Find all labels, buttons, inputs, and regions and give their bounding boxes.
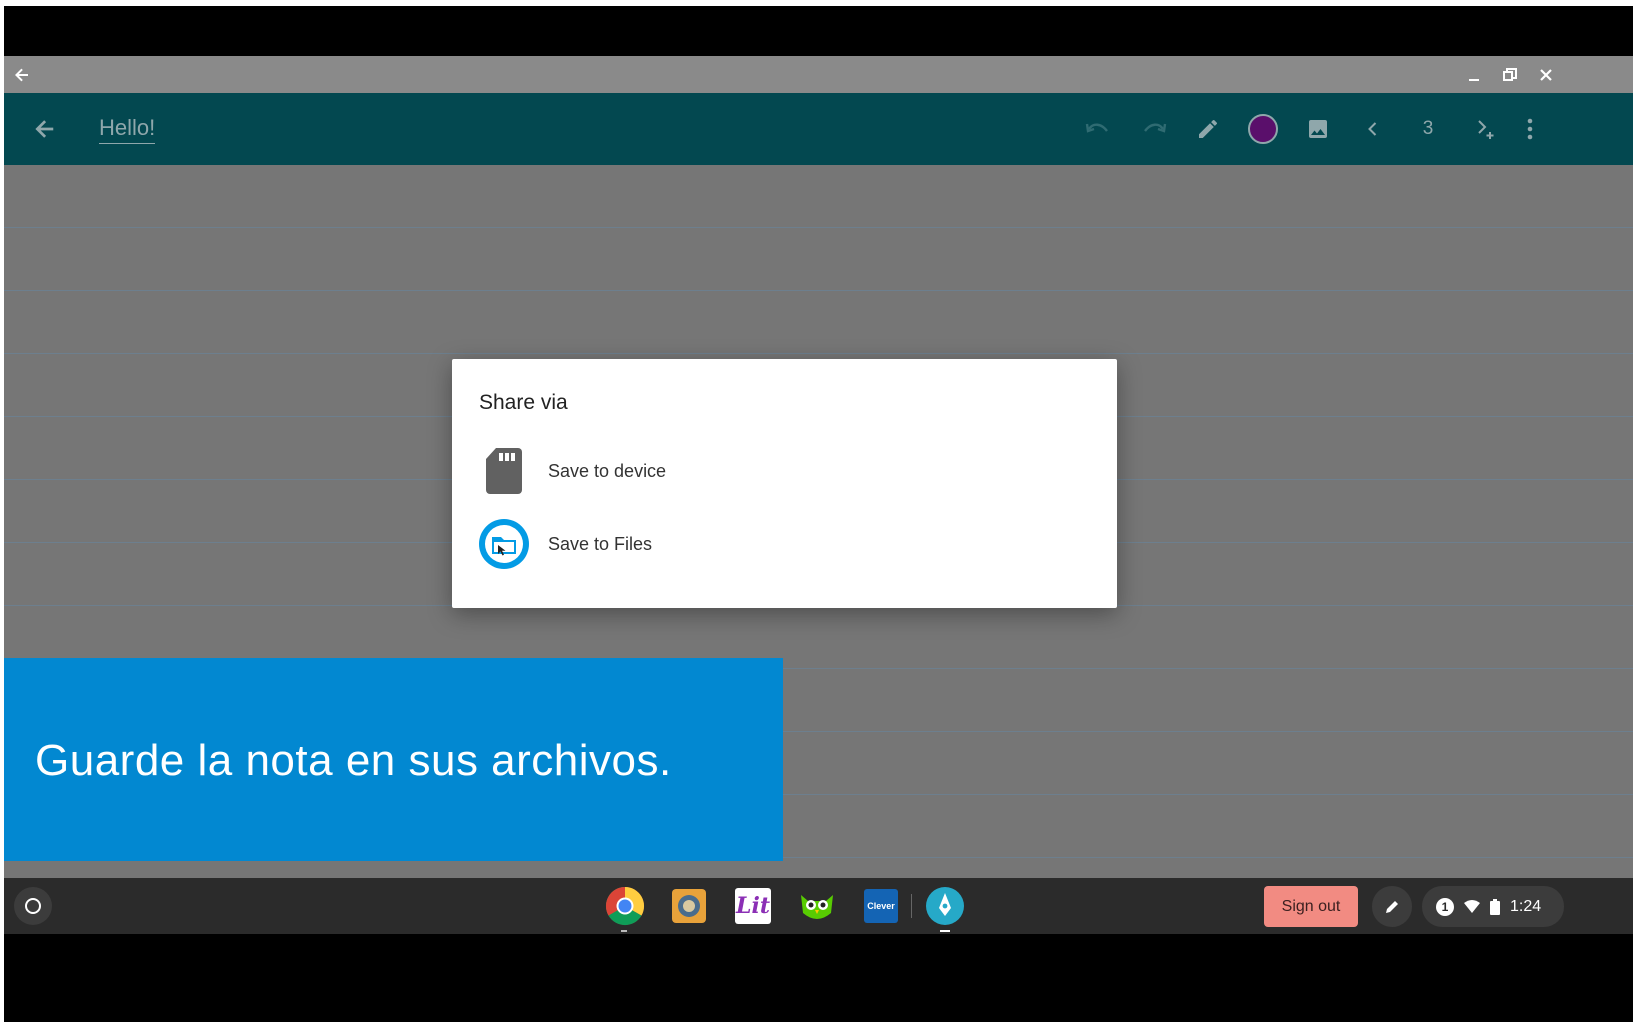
window-close-button[interactable]: [1528, 56, 1564, 93]
os-shelf: Lit Clever Sign out 1 1:24: [4, 878, 1633, 934]
stylus-icon: [1386, 900, 1398, 913]
caption-text: Guarde la nota en sus archivos.: [35, 736, 672, 785]
stylus-tools-button[interactable]: [1372, 886, 1412, 927]
sign-out-button[interactable]: Sign out: [1264, 886, 1358, 927]
window-titlebar: [4, 56, 1633, 93]
files-folder-icon: [476, 516, 532, 572]
ruled-line: [4, 353, 1633, 354]
notification-count: 1: [1441, 899, 1449, 914]
lit-app[interactable]: Lit: [731, 884, 775, 928]
app-toolbar: Hello! 3: [4, 93, 1633, 165]
ruled-line: [4, 290, 1633, 291]
launcher-button[interactable]: [14, 887, 52, 925]
window-back-button[interactable]: [4, 56, 40, 93]
pencil-icon: [1199, 119, 1217, 138]
caption-banner: Guarde la nota en sus archivos.: [4, 658, 783, 861]
previous-page-button[interactable]: [1349, 93, 1397, 165]
owl-app-icon: [801, 895, 833, 919]
page-number: 3: [1422, 118, 1434, 139]
more-vert-icon: [1527, 118, 1533, 140]
save-to-device-label: Save to device: [548, 460, 667, 481]
status-tray[interactable]: 1 1:24: [1422, 886, 1564, 927]
ruled-line: [4, 227, 1633, 228]
clock: 1:24: [1510, 897, 1542, 915]
launcher-circle-icon: [25, 898, 41, 914]
image-icon: [1309, 120, 1327, 138]
notification-badge: 1: [1436, 897, 1454, 916]
clever-app[interactable]: Clever: [859, 884, 903, 928]
pen-app-icon: [926, 887, 964, 925]
back-button[interactable]: [21, 93, 69, 165]
app-2-icon: [672, 889, 706, 923]
next-page-add-button[interactable]: [1462, 93, 1510, 165]
save-to-device-option[interactable]: Save to device: [476, 441, 1076, 501]
arrow-left-icon: [15, 68, 28, 81]
app-2[interactable]: [667, 884, 711, 928]
color-picker-button[interactable]: [1239, 93, 1287, 165]
close-icon: [1540, 68, 1552, 81]
clever-label: Clever: [867, 901, 895, 911]
screen: Hello! 3 Share via Save to device Save t…: [4, 6, 1633, 1022]
chrome-running-indicator: [621, 930, 627, 932]
battery-icon: [1490, 898, 1500, 915]
window-restore-button[interactable]: [1492, 56, 1528, 93]
owl-app[interactable]: [795, 884, 839, 928]
save-to-files-label: Save to Files: [548, 533, 653, 554]
pen-app[interactable]: [923, 884, 967, 928]
window-minimize-button[interactable]: [1456, 56, 1492, 93]
lit-label: Lit: [736, 893, 770, 919]
chevron-right-add-icon: [1478, 120, 1494, 139]
share-dialog: Share via Save to device Save to Files: [452, 359, 1117, 608]
insert-image-button[interactable]: [1294, 93, 1342, 165]
wifi-icon: [1464, 899, 1480, 913]
note-canvas[interactable]: Share via Save to device Save to Files G…: [4, 165, 1633, 878]
restore-icon: [1503, 67, 1517, 81]
active-app-indicator: [940, 930, 950, 932]
chrome-app[interactable]: [603, 884, 647, 928]
minimize-icon: [1469, 78, 1479, 81]
redo-button[interactable]: [1130, 93, 1178, 165]
clever-icon: Clever: [864, 889, 898, 923]
chevron-left-icon: [1368, 122, 1377, 136]
arrow-left-icon: [35, 120, 54, 138]
pen-tool-button[interactable]: [1184, 93, 1232, 165]
save-to-files-option[interactable]: Save to Files: [476, 514, 1076, 574]
redo-icon: [1144, 123, 1167, 133]
undo-icon: [1085, 123, 1108, 133]
note-title[interactable]: Hello!: [99, 115, 156, 144]
lit-app-icon: Lit: [735, 888, 771, 924]
shelf-divider: [911, 894, 912, 918]
sd-card-icon: [476, 443, 532, 499]
dialog-title: Share via: [479, 391, 568, 414]
more-options-button[interactable]: [1506, 93, 1554, 165]
pen-color-swatch: [1248, 114, 1278, 144]
chrome-icon: [605, 886, 645, 926]
undo-button[interactable]: [1074, 93, 1122, 165]
